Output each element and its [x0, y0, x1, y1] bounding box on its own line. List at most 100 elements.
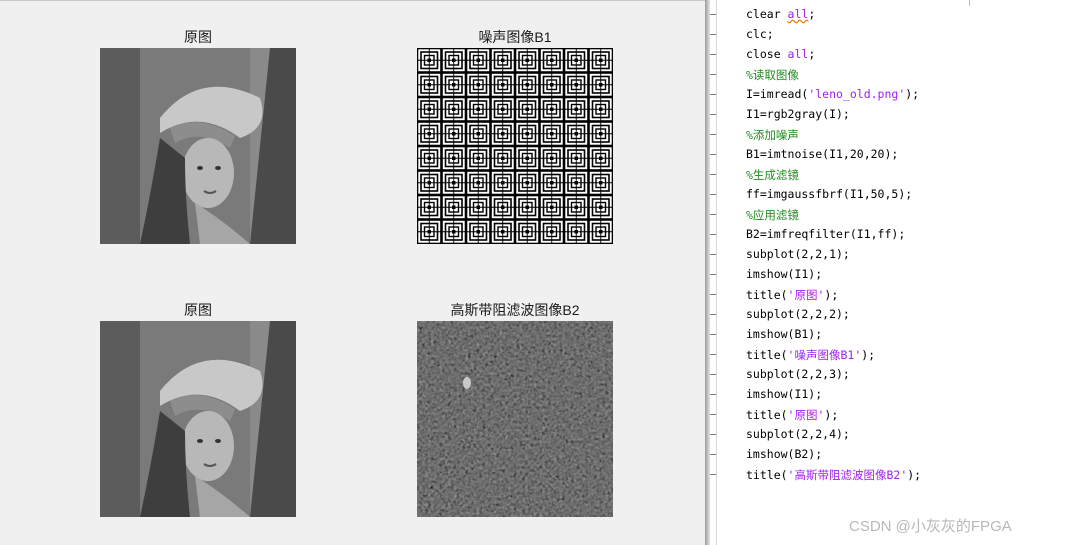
- code-text: subplot(2,2,3);: [746, 367, 850, 381]
- line-marker: [710, 294, 716, 295]
- code-line[interactable]: imshow(I1);: [710, 384, 1065, 404]
- line-marker: [710, 54, 716, 55]
- code-text: %读取图像: [746, 67, 799, 83]
- code-text: %应用滤镜: [746, 207, 799, 223]
- code-line[interactable]: I=imread('leno_old.png');: [710, 84, 1065, 104]
- code-token: '噪声图像B1': [787, 348, 862, 362]
- code-token: %读取图像: [746, 68, 799, 82]
- code-line[interactable]: %生成滤镜: [710, 164, 1065, 184]
- code-text: clear all;: [746, 7, 815, 21]
- code-line[interactable]: imshow(I1);: [710, 264, 1065, 284]
- code-line[interactable]: ff=imgaussfbrf(I1,50,5);: [710, 184, 1065, 204]
- line-marker: [710, 274, 716, 275]
- code-line[interactable]: I1=rgb2gray(I);: [710, 104, 1065, 124]
- line-marker: [710, 474, 716, 475]
- code-token: imshow(B1);: [746, 327, 823, 341]
- line-marker: [710, 254, 716, 255]
- code-token: imshow(I1);: [746, 267, 823, 281]
- figure-window: 原图 噪声图像B1 原图 高斯带阻滤波图像B2: [0, 0, 705, 545]
- code-line[interactable]: %读取图像: [710, 64, 1065, 84]
- code-line[interactable]: title('高斯带阻滤波图像B2');: [710, 464, 1065, 484]
- line-marker: [710, 174, 716, 175]
- code-token: B1=imtnoise(I1,20,20);: [746, 147, 899, 161]
- code-text: ff=imgaussfbrf(I1,50,5);: [746, 187, 912, 201]
- code-token: all: [787, 7, 809, 21]
- subplot-2-title: 噪声图像B1: [478, 29, 552, 45]
- code-token: subplot(2,2,3);: [746, 367, 850, 381]
- code-text: subplot(2,2,2);: [746, 307, 850, 321]
- code-line[interactable]: imshow(B2);: [710, 444, 1065, 464]
- code-text: title('原图');: [746, 407, 838, 423]
- code-token: clc;: [746, 27, 774, 41]
- code-token: '高斯带阻滤波图像B2': [787, 468, 908, 482]
- line-marker: [710, 114, 716, 115]
- code-text: subplot(2,2,1);: [746, 247, 850, 261]
- code-text: title('噪声图像B1');: [746, 347, 875, 363]
- code-text: B2=imfreqfilter(I1,ff);: [746, 227, 905, 241]
- code-token: ff=imgaussfbrf(I1,50,5);: [746, 187, 913, 201]
- subplot-3-image: [100, 321, 296, 517]
- line-marker: [710, 374, 716, 375]
- code-token: );: [907, 468, 922, 482]
- line-marker: [710, 74, 716, 75]
- code-line[interactable]: B2=imfreqfilter(I1,ff);: [710, 224, 1065, 244]
- line-marker: [710, 34, 716, 35]
- line-marker: [710, 214, 716, 215]
- code-text: imshow(B1);: [746, 327, 822, 341]
- line-marker: [710, 414, 716, 415]
- code-text: imshow(B2);: [746, 447, 822, 461]
- code-text: close all;: [746, 47, 815, 61]
- line-marker: [710, 234, 716, 235]
- code-token: B2=imfreqfilter(I1,ff);: [746, 227, 906, 241]
- code-text: clc;: [746, 27, 774, 41]
- code-line[interactable]: title('噪声图像B1');: [710, 344, 1065, 364]
- code-text: subplot(2,2,4);: [746, 427, 850, 441]
- code-line[interactable]: clear all;: [710, 4, 1065, 24]
- subplot-4-image: [417, 321, 613, 517]
- code-token: title(: [746, 288, 788, 302]
- code-token: ;: [808, 7, 816, 21]
- code-line[interactable]: title('原图');: [710, 404, 1065, 424]
- code-token: );: [824, 408, 839, 422]
- code-token: );: [905, 87, 920, 101]
- line-marker: [710, 314, 716, 315]
- line-marker: [710, 394, 716, 395]
- code-line[interactable]: clc;: [710, 24, 1065, 44]
- code-line[interactable]: imshow(B1);: [710, 324, 1065, 344]
- code-token: %生成滤镜: [746, 168, 799, 182]
- code-token: title(: [746, 348, 788, 362]
- code-token: subplot(2,2,2);: [746, 307, 850, 321]
- code-token: close: [746, 47, 788, 61]
- code-token: %添加噪声: [746, 128, 799, 142]
- code-line[interactable]: subplot(2,2,3);: [710, 364, 1065, 384]
- code-token: imshow(B2);: [746, 447, 823, 461]
- code-token: all: [787, 47, 809, 61]
- line-marker: [710, 334, 716, 335]
- code-token: subplot(2,2,4);: [746, 427, 850, 441]
- code-token: clear: [746, 7, 788, 21]
- code-line[interactable]: subplot(2,2,4);: [710, 424, 1065, 444]
- code-line[interactable]: %添加噪声: [710, 124, 1065, 144]
- code-token: %应用滤镜: [746, 208, 799, 222]
- line-marker: [710, 434, 716, 435]
- line-marker: [710, 354, 716, 355]
- code-text: B1=imtnoise(I1,20,20);: [746, 147, 898, 161]
- watermark: CSDN @小灰灰的FPGA: [849, 518, 1012, 535]
- code-token: );: [824, 288, 839, 302]
- code-text: I1=rgb2gray(I);: [746, 107, 850, 121]
- code-line[interactable]: B1=imtnoise(I1,20,20);: [710, 144, 1065, 164]
- code-line[interactable]: close all;: [710, 44, 1065, 64]
- code-line[interactable]: subplot(2,2,2);: [710, 304, 1065, 324]
- line-marker: [710, 14, 716, 15]
- code-token: imshow(I1);: [746, 387, 823, 401]
- code-text: title('原图');: [746, 287, 838, 303]
- code-token: I1=rgb2gray(I);: [746, 107, 850, 121]
- code-editor[interactable]: clear all; clc; close all; %读取图像 I=imread('l…: [710, 0, 1065, 545]
- line-marker: [710, 94, 716, 95]
- code-line[interactable]: title('原图');: [710, 284, 1065, 304]
- code-line[interactable]: subplot(2,2,1);: [710, 244, 1065, 264]
- line-marker: [710, 454, 716, 455]
- code-text: %生成滤镜: [746, 167, 799, 183]
- code-line[interactable]: %应用滤镜: [710, 204, 1065, 224]
- subplot-4-title: 高斯带阻滤波图像B2: [450, 302, 580, 318]
